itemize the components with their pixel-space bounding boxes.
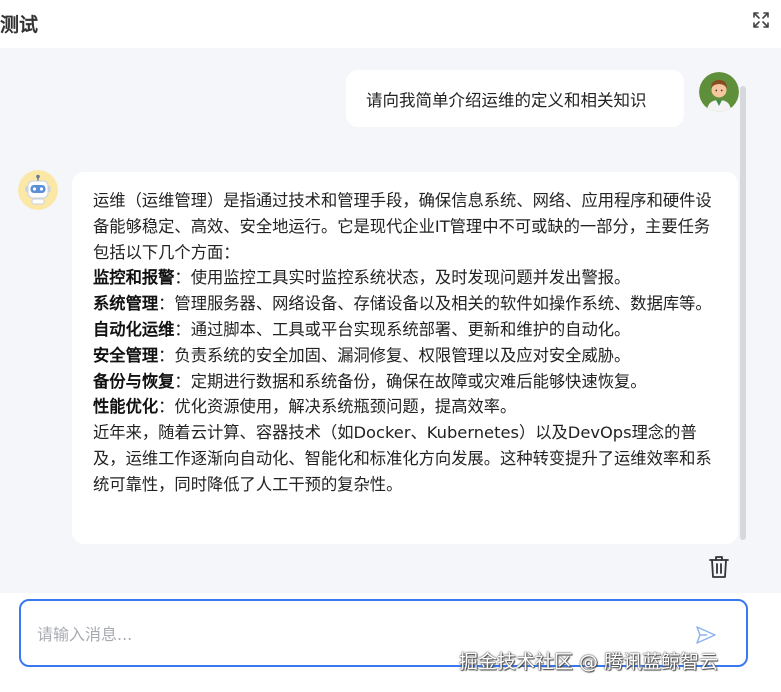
list-item-desc: ：定期进行数据和系统备份，确保在故障或灾难后能够快速恢复。 [174, 371, 647, 391]
assistant-intro: 运维（运维管理）是指通过技术和管理手段，确保信息系统、网络、应用程序和硬件设备能… [93, 191, 712, 262]
list-item-term: 自动化运维 [93, 319, 175, 339]
title-bar: 测试 [0, 0, 781, 48]
list-item-term: 监控和报警 [93, 268, 175, 288]
send-icon[interactable] [695, 625, 717, 645]
assistant-conclusion: 近年来，随着云计算、容器技术（如Docker、Kubernetes）以及DevO… [93, 423, 712, 494]
list-item-desc: ：使用监控工具实时监控系统状态，及时发现问题并发出警报。 [174, 268, 631, 288]
list-item-desc: ：管理服务器、网络设备、存储设备以及相关的软件如操作系统、数据库等。 [158, 294, 712, 314]
list-item: 性能优化：优化资源使用，解决系统瓶颈问题，提高效率。 [93, 394, 718, 420]
list-item-desc: ：通过脚本、工具或平台实现系统部署、更新和维护的自动化。 [174, 319, 631, 339]
list-item-term: 安全管理 [93, 345, 159, 365]
user-message-text: 请向我简单介绍运维的定义和相关知识 [366, 90, 647, 110]
list-item: 监控和报警：使用监控工具实时监控系统状态，及时发现问题并发出警报。 [93, 265, 718, 291]
list-item-term: 性能优化 [93, 397, 159, 417]
list-item-desc: ：负责系统的安全加固、漏洞修复、权限管理以及应对安全威胁。 [158, 345, 631, 365]
list-item-term: 备份与恢复 [93, 371, 175, 391]
user-avatar-icon [699, 72, 739, 112]
list-item: 备份与恢复：定期进行数据和系统备份，确保在故障或灾难后能够快速恢复。 [93, 369, 718, 395]
list-item: 系统管理：管理服务器、网络设备、存储设备以及相关的软件如操作系统、数据库等。 [93, 291, 718, 317]
trash-icon[interactable] [707, 554, 731, 580]
user-message: 请向我简单介绍运维的定义和相关知识 [346, 70, 684, 127]
watermark: 掘金技术社区 @ 腾讯蓝鲸智云 [459, 651, 719, 673]
list-item-term: 系统管理 [93, 294, 159, 314]
chat-messages[interactable]: 请向我简单介绍运维的定义和相关知识 运维（运维管理）是指通过技术和管理手段，确保… [0, 48, 781, 593]
list-item: 自动化运维：通过脚本、工具或平台实现系统部署、更新和维护的自动化。 [93, 317, 718, 343]
list-item-desc: ：优化资源使用，解决系统瓶颈问题，提高效率。 [158, 397, 517, 417]
chat-scrollbar[interactable] [740, 86, 746, 540]
window-title: 测试 [0, 14, 39, 36]
fullscreen-icon[interactable] [751, 10, 771, 30]
assistant-message: 运维（运维管理）是指通过技术和管理手段，确保信息系统、网络、应用程序和硬件设备能… [72, 172, 738, 544]
message-input[interactable] [37, 621, 677, 647]
list-item: 安全管理：负责系统的安全加固、漏洞修复、权限管理以及应对安全威胁。 [93, 343, 718, 369]
robot-avatar-icon [18, 170, 58, 210]
chat-window: 测试 请向我简单介绍运维的定义和相关知识 运维（运维管理）是指通过技术和管理手段… [0, 0, 781, 692]
